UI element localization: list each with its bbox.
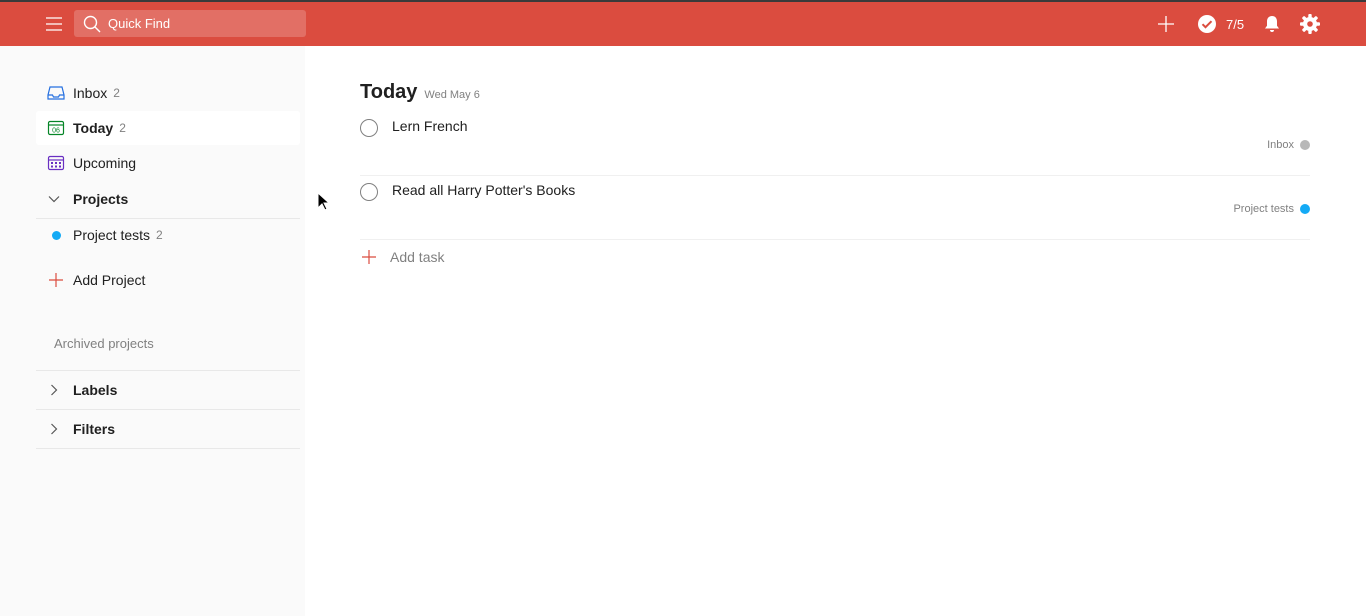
sidebar-item-label: Upcoming (73, 155, 137, 171)
chevron-right-icon (42, 378, 66, 402)
calendar-today-icon: 06 (44, 116, 68, 140)
labels-section-header[interactable]: Labels (36, 371, 300, 410)
task-content[interactable]: Read all Harry Potter's Books (392, 182, 575, 198)
filters-section-header[interactable]: Filters (36, 410, 300, 449)
plus-icon (44, 268, 68, 292)
task-item[interactable]: Lern French Inbox (360, 111, 1310, 176)
sidebar-item-label: Project tests (73, 227, 151, 243)
check-circle-icon (1198, 15, 1216, 33)
sidebar-item-label: Today (73, 120, 114, 136)
project-color-dot (44, 223, 68, 247)
menu-icon[interactable] (44, 14, 64, 34)
inbox-icon (44, 81, 68, 105)
plus-icon (362, 250, 376, 264)
view-header: Today Wed May 6 (360, 81, 480, 104)
page-title: Today (360, 81, 418, 103)
labels-header-label: Labels (73, 382, 118, 398)
task-project-name: Inbox (1267, 139, 1294, 151)
chevron-right-icon (42, 417, 66, 441)
sidebar-item-count: 2 (156, 228, 163, 242)
add-project-label: Add Project (73, 272, 146, 288)
sidebar-item-project-tests[interactable]: Project tests 2 (36, 218, 300, 252)
karma-count: 7/5 (1226, 16, 1245, 32)
task-project-name: Project tests (1233, 203, 1294, 215)
quick-add-icon[interactable] (1156, 14, 1176, 34)
page-date: Wed May 6 (424, 89, 480, 101)
search-input[interactable] (108, 10, 298, 37)
archived-projects-link[interactable]: Archived projects (54, 336, 154, 351)
task-project-label[interactable]: Inbox (1267, 139, 1310, 151)
sidebar-item-upcoming[interactable]: Upcoming (36, 146, 300, 180)
task-checkbox[interactable] (360, 183, 378, 201)
projects-header-label: Projects (73, 191, 129, 207)
main-content: Today Wed May 6 Lern French Inbox Read a… (305, 46, 1366, 616)
task-project-label[interactable]: Project tests (1233, 203, 1310, 215)
sidebar-item-count: 2 (113, 86, 120, 100)
sidebar-item-today[interactable]: 06 Today 2 (36, 111, 300, 145)
productivity-button[interactable]: 7/5 (1197, 14, 1244, 34)
sidebar: Inbox 2 06 Today 2 Upcoming Projects Pro… (0, 46, 305, 616)
sidebar-item-inbox[interactable]: Inbox 2 (36, 76, 300, 110)
project-color-dot (1300, 140, 1310, 150)
gear-icon[interactable] (1299, 13, 1321, 35)
add-project-button[interactable]: Add Project (36, 263, 300, 297)
search-icon (83, 15, 101, 33)
project-color-dot (1300, 204, 1310, 214)
svg-text:06: 06 (52, 128, 60, 135)
task-content[interactable]: Lern French (392, 118, 467, 134)
add-task-label: Add task (390, 249, 445, 265)
filters-header-label: Filters (73, 421, 116, 437)
projects-section-header[interactable]: Projects (36, 180, 300, 219)
chevron-down-icon (42, 187, 66, 211)
sidebar-item-label: Inbox (73, 85, 108, 101)
bell-icon[interactable] (1262, 14, 1282, 34)
sidebar-item-count: 2 (119, 121, 126, 135)
top-bar: 7/5 (0, 0, 1366, 46)
add-task-button[interactable]: Add task (360, 248, 444, 266)
task-checkbox[interactable] (360, 119, 378, 137)
quick-find[interactable] (74, 10, 306, 37)
task-item[interactable]: Read all Harry Potter's Books Project te… (360, 175, 1310, 240)
calendar-upcoming-icon (44, 151, 68, 175)
